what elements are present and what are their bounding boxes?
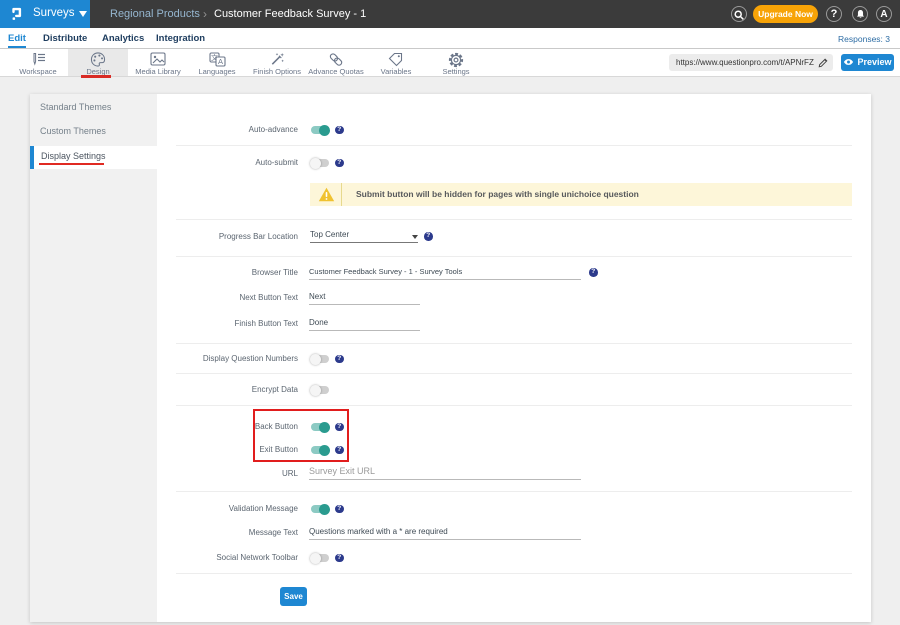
svg-text:A: A <box>218 57 223 66</box>
